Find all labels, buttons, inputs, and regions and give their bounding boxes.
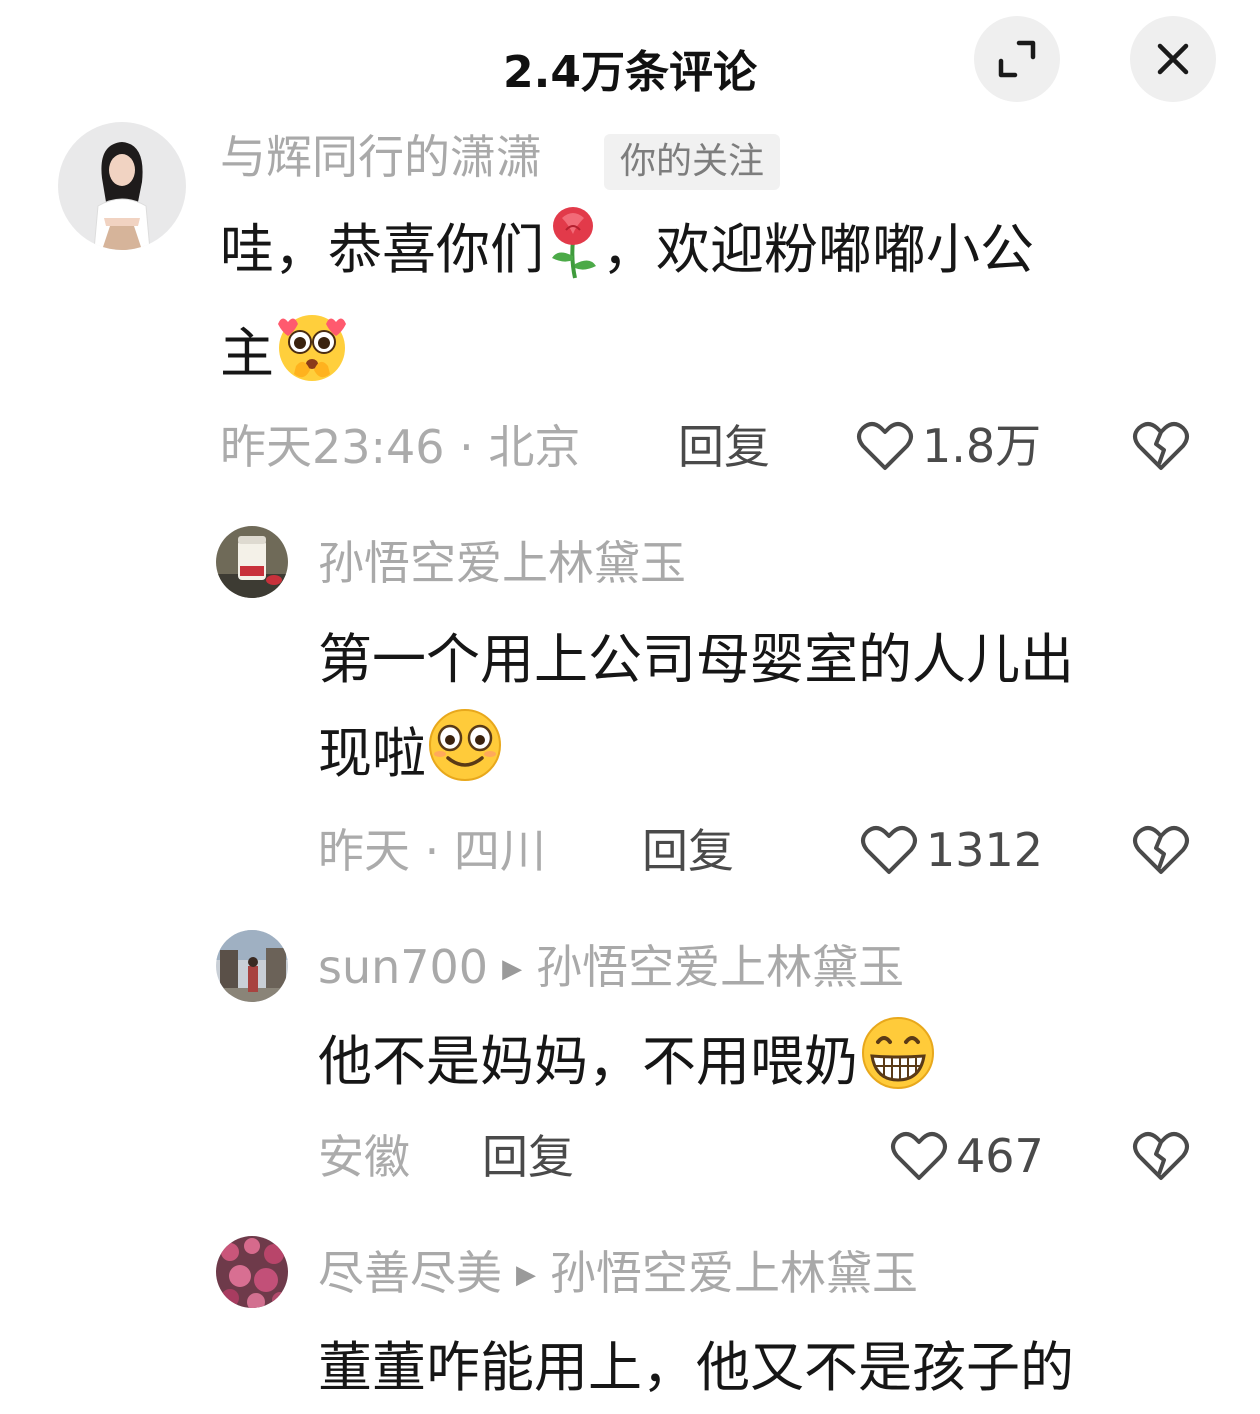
broken-heart-icon (1133, 1132, 1189, 1180)
heart-icon (857, 422, 913, 470)
dislike-button[interactable] (1132, 420, 1190, 476)
heart-icon (891, 1132, 947, 1180)
comment-text-part: 他不是妈妈，不用喂奶 (318, 1030, 858, 1093)
comment-username[interactable]: sun700 (318, 940, 488, 994)
comment-username-with-reply-target: sun700 ▶ 孙悟空爱上林黛玉 (318, 944, 904, 990)
expand-icon (998, 40, 1036, 78)
broken-heart-icon (1133, 422, 1189, 470)
like-button[interactable]: 1.8万 (856, 420, 1041, 472)
comment-text-part: 主 (220, 322, 274, 385)
comment-text-part: 董董咋能用上，他又不是孩子的 (318, 1336, 1074, 1399)
following-tag: 你的关注 (604, 134, 781, 190)
like-count: 1312 (926, 823, 1044, 877)
comment-text: 第一个用上公司母婴室的人儿出 现啦 (318, 614, 1218, 812)
dislike-button[interactable] (1132, 824, 1190, 880)
grin-emoji (858, 1014, 938, 1120)
smile-emoji (426, 706, 504, 812)
comments-count-title: 2.4万条评论 (503, 47, 757, 98)
comments-header: 2.4万条评论 (0, 0, 1260, 120)
close-icon (1157, 43, 1189, 75)
broken-heart-icon (1133, 826, 1189, 874)
comment-text-part: 第一个用上公司母婴室的人儿出 (318, 628, 1074, 691)
comment-text-part: 现啦 (318, 722, 426, 785)
expand-button[interactable] (974, 16, 1060, 102)
comment-username[interactable]: 与辉同行的潇潇 (220, 134, 542, 180)
reply-target-username[interactable]: 孙悟空爱上林黛玉 (536, 940, 904, 994)
like-count: 467 (956, 1129, 1044, 1183)
pleading-emoji (274, 308, 350, 412)
comment-text: 他不是妈妈，不用喂奶 (318, 1014, 1218, 1120)
avatar[interactable] (216, 1236, 288, 1308)
reply-arrow-icon: ▶ (502, 954, 523, 984)
like-button[interactable]: 1312 (860, 824, 1043, 876)
close-button[interactable] (1130, 16, 1216, 102)
comment-text: 哇，恭喜你们 ，欢迎粉嘟嘟小公 主 (220, 204, 1200, 412)
comment-username[interactable]: 孙悟空爱上林黛玉 (318, 540, 686, 586)
comment-text-part: ，欢迎粉嘟嘟小公 (602, 218, 1034, 281)
comment-username[interactable]: 尽善尽美 (318, 1246, 502, 1300)
reply-button[interactable]: 回复 (482, 1134, 574, 1180)
reply-button[interactable]: 回复 (642, 828, 734, 874)
avatar[interactable] (216, 526, 288, 598)
reply-button[interactable]: 回复 (678, 424, 770, 470)
comment-meta: 安徽 (318, 1130, 410, 1184)
comment-username-with-reply-target: 尽善尽美 ▶ 孙悟空爱上林黛玉 (318, 1250, 918, 1296)
rose-emoji (544, 204, 602, 308)
dislike-button[interactable] (1132, 1130, 1190, 1186)
avatar[interactable] (58, 122, 186, 250)
comment-text-part: 哇，恭喜你们 (220, 218, 544, 281)
avatar[interactable] (216, 930, 288, 1002)
like-button[interactable]: 467 (890, 1130, 1044, 1182)
reply-arrow-icon: ▶ (516, 1260, 536, 1290)
like-count: 1.8万 (922, 419, 1042, 473)
heart-icon (861, 826, 917, 874)
comment-meta: 昨天 · 四川 (318, 824, 546, 878)
comment-meta: 昨天23:46 · 北京 (220, 420, 581, 474)
comment-text: 董董咋能用上，他又不是孩子的 (318, 1322, 1218, 1414)
reply-target-username[interactable]: 孙悟空爱上林黛玉 (550, 1246, 918, 1300)
